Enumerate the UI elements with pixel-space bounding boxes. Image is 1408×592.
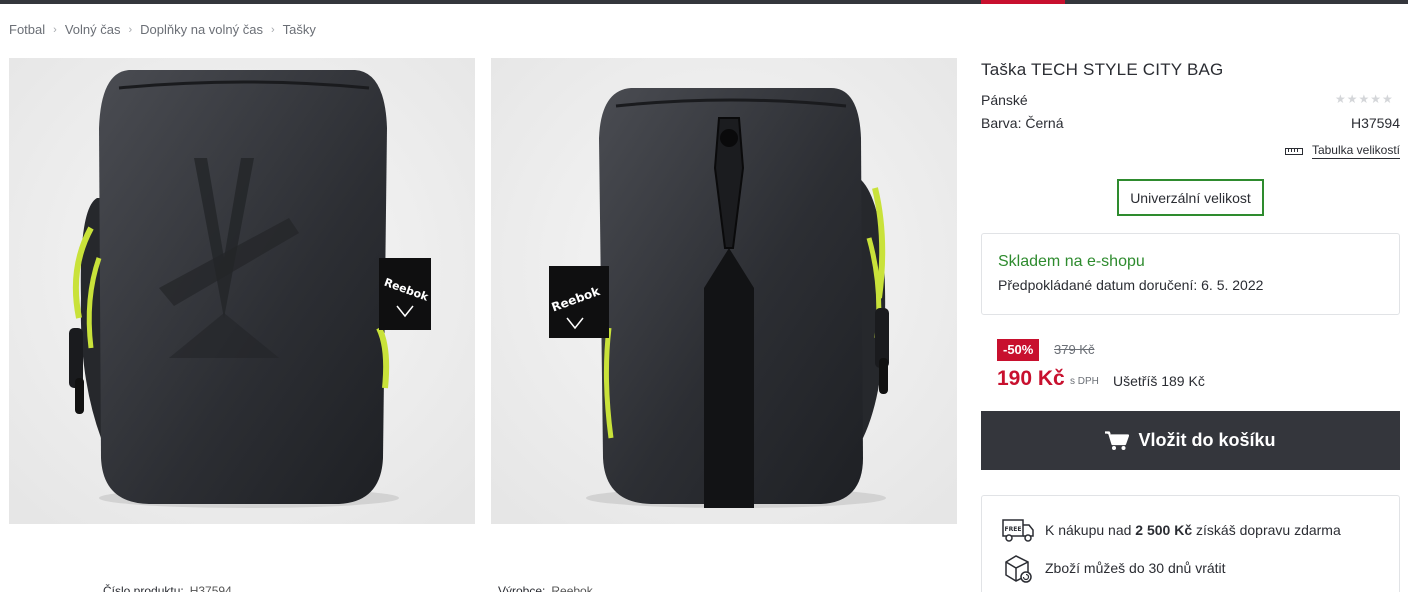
manufacturer-row: Výrobce: Reebok: [498, 584, 593, 592]
return-policy-text: Zboží můžeš do 30 dnů vrátit: [1045, 560, 1226, 576]
delivery-date: Předpokládané datum doručení: 6. 5. 2022: [998, 277, 1264, 293]
bag-front-illustration: Reebok: [9, 58, 475, 524]
size-option-button[interactable]: Univerzální velikost: [1117, 179, 1264, 216]
savings-text: Ušetříš 189 Kč: [1113, 373, 1205, 389]
active-nav-indicator: [981, 0, 1065, 4]
cart-icon: [1105, 430, 1130, 450]
chevron-right-icon: ›: [53, 23, 57, 36]
free-shipping-truck-icon: FREE: [1001, 516, 1035, 544]
free-shipping-row: FREE K nákupu nad 2 500 Kč získáš doprav…: [1001, 516, 1341, 544]
product-title: Taška TECH STYLE CITY BAG: [981, 60, 1224, 79]
size-chart-link[interactable]: Tabulka velikostí: [1284, 143, 1400, 159]
size-chart-label: Tabulka velikostí: [1311, 143, 1400, 159]
ruler-icon: [1284, 147, 1303, 155]
product-sku: H37594: [1350, 115, 1400, 131]
shipping-threshold: 2 500 Kč: [1135, 522, 1193, 538]
bag-back-illustration: Reebok: [491, 58, 957, 524]
product-gender: Pánské: [981, 92, 1028, 108]
manufacturer-label: Výrobce:: [498, 584, 546, 592]
product-number-value: H37594: [189, 584, 232, 592]
vat-note: s DPH: [1070, 376, 1099, 387]
product-number-row: Číslo produktu: H37594: [103, 584, 232, 592]
product-number-label: Číslo produktu:: [103, 584, 184, 592]
shipping-suffix: získáš dopravu zdarma: [1192, 522, 1341, 538]
stock-info-box: Skladem na e-shopu Předpokládané datum d…: [981, 233, 1400, 315]
product-image-front[interactable]: Reebok: [9, 58, 475, 524]
breadcrumb-item-tasky[interactable]: Tašky: [283, 22, 316, 37]
rating-stars[interactable]: ★★★★★: [1335, 92, 1394, 106]
current-price: 190 Kč: [997, 367, 1065, 390]
add-to-cart-label: Vložit do košíku: [1138, 430, 1276, 450]
benefits-box: FREE K nákupu nad 2 500 Kč získáš doprav…: [981, 495, 1400, 592]
breadcrumb-item-volny-cas[interactable]: Volný čas: [65, 22, 121, 37]
breadcrumb-item-doplnky[interactable]: Doplňky na volný čas: [140, 22, 263, 37]
top-bar: [0, 0, 1408, 4]
manufacturer-value[interactable]: Reebok: [551, 584, 592, 592]
chevron-right-icon: ›: [128, 23, 133, 36]
free-shipping-text: K nákupu nad 2 500 Kč získáš dopravu zda…: [1045, 522, 1341, 538]
discount-badge: -50%: [997, 339, 1040, 361]
old-price: 379 Kč: [1054, 342, 1095, 357]
breadcrumb-item-fotbal[interactable]: Fotbal: [9, 22, 45, 37]
shipping-prefix: K nákupu nad: [1045, 522, 1136, 538]
add-to-cart-button[interactable]: Vložit do košíku: [981, 411, 1400, 470]
product-image-back[interactable]: Reebok: [491, 58, 957, 524]
product-color: Barva: Černá: [981, 115, 1064, 131]
chevron-right-icon: ›: [270, 23, 275, 36]
return-policy-row: Zboží můžeš do 30 dnů vrátit: [1001, 554, 1226, 583]
breadcrumb: Fotbal › Volný čas › Doplňky na volný ča…: [9, 22, 316, 37]
return-box-icon: [1001, 554, 1035, 583]
stock-status: Skladem na e-shopu: [998, 253, 1145, 270]
free-badge-text: FREE: [1005, 526, 1022, 533]
